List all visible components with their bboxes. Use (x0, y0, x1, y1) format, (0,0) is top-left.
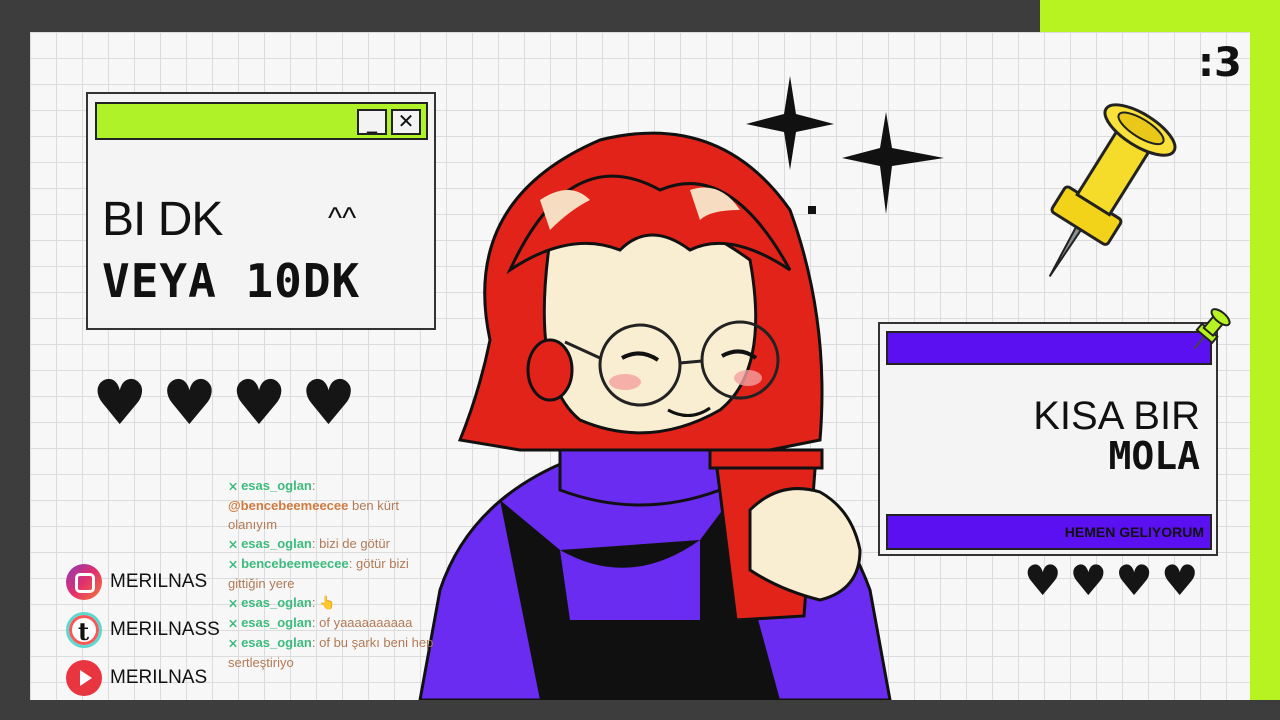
chat-message: ⨯ esas_oglan: of bu şarkı beni hep sertle… (228, 633, 440, 672)
break-window-titlebar (886, 331, 1212, 365)
chat-separator: : (348, 556, 356, 571)
frame-bottom (0, 700, 1280, 720)
heart-icon: ♥ (300, 366, 357, 439)
break-window: KISA BIR MOLA HEMEN GELIYORUM (878, 322, 1218, 556)
chat-text: of yaaaaaaaaaa (319, 615, 413, 630)
brb-line-2: VEYA 10DK (102, 254, 361, 308)
heart-icon: ♥ (1115, 556, 1153, 605)
break-line-2: MOLA (1108, 434, 1200, 478)
heart-icon: ♥ (92, 366, 148, 439)
chat-text: bizi de götür (319, 536, 390, 551)
chat-username[interactable]: esas_oglan (241, 536, 312, 551)
chat-username[interactable]: esas_oglan (241, 595, 312, 610)
break-window-footer: HEMEN GELIYORUM (886, 514, 1212, 550)
brb-emote: ^^ (328, 202, 357, 235)
social-handle: MERILNAS (110, 571, 208, 592)
heart-icon: ♥ (1069, 556, 1108, 605)
hearts-left: ♥ ♥ ♥ ♥ (92, 372, 356, 434)
chat-badge-icon: ⨯ (228, 616, 239, 630)
social-handle: MERILNASS (110, 619, 220, 640)
break-line-1: KISA BIR (1033, 394, 1200, 438)
social-youtube[interactable]: MERILNAS (66, 654, 220, 702)
character-illustration (418, 131, 892, 700)
minimize-button[interactable]: _ (357, 109, 387, 135)
pushpin-icon (1048, 103, 1177, 277)
heart-icon: ♥ (231, 366, 287, 439)
chat-badge-icon: ⨯ (228, 537, 239, 551)
brb-line-1: BI DK (102, 193, 223, 246)
instagram-icon (66, 564, 102, 600)
chat-badge-icon: ⨯ (228, 596, 239, 610)
chat-mention[interactable]: @bencebeemeecee (228, 498, 348, 513)
frame-left (0, 32, 30, 700)
youtube-icon (66, 660, 102, 696)
break-footer-text: HEMEN GELIYORUM (1064, 524, 1204, 540)
chat-message: ⨯ bencebeemeecee: götür bizi gittiğin yer… (228, 554, 440, 593)
small-pushpin-icon (1193, 308, 1231, 350)
tiktok-icon: t (66, 612, 102, 648)
corner-emoticon: :3 (1198, 40, 1242, 86)
heart-icon: ♥ (161, 366, 218, 439)
heart-icon: ♥ (1160, 556, 1199, 605)
chat-username[interactable]: esas_oglan (241, 478, 312, 493)
heart-icon: ♥ (1024, 556, 1062, 605)
brb-window: _ ✕ BI DK ^^ VEYA 10DK (86, 92, 436, 330)
chat-username[interactable]: esas_oglan (241, 615, 312, 630)
social-links: MERILNAS t MERILNASS MERILNAS (66, 558, 220, 702)
chat-message: ⨯ esas_oglan: of yaaaaaaaaaa (228, 613, 440, 633)
brb-window-titlebar: _ ✕ (95, 102, 428, 140)
chat-username[interactable]: bencebeemeecee (241, 556, 349, 571)
chat-message: ⨯ esas_oglan: 👆 (228, 593, 440, 613)
chat-username[interactable]: esas_oglan (241, 635, 312, 650)
chat-badge-icon: ⨯ (228, 479, 239, 493)
social-tiktok[interactable]: t MERILNASS (66, 606, 220, 654)
chat-badge-icon: ⨯ (228, 557, 239, 571)
chat-feed: ⨯ esas_oglan: @bencebeemeecee ben kürt ol… (228, 476, 440, 672)
chat-separator: : (311, 478, 316, 493)
social-instagram[interactable]: MERILNAS (66, 558, 220, 606)
social-handle: MERILNAS (110, 667, 208, 688)
chat-message: ⨯ esas_oglan: bizi de götür (228, 534, 440, 554)
chat-message: ⨯ esas_oglan: @bencebeemeecee ben kürt ol… (228, 476, 440, 534)
hearts-right: ♥ ♥ ♥ ♥ (1024, 560, 1199, 602)
chat-badge-icon: ⨯ (228, 636, 239, 650)
chat-text: 👆 (319, 595, 336, 610)
